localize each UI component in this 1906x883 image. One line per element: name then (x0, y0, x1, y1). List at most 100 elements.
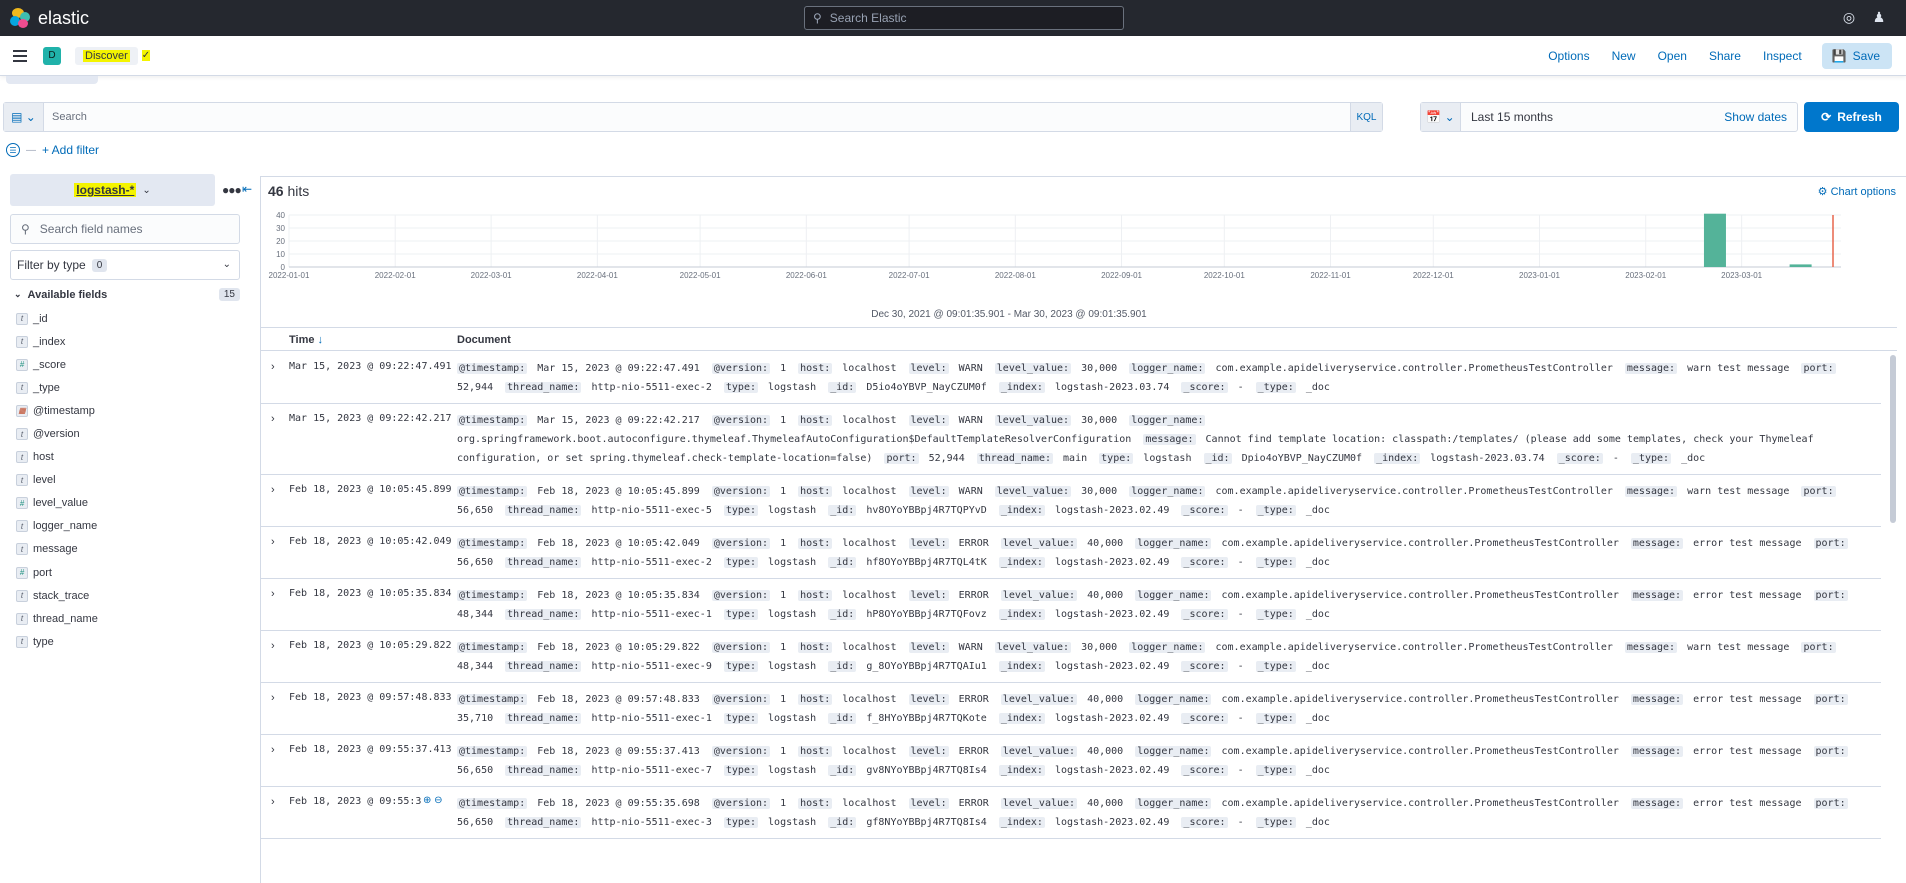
expand-row-icon[interactable]: › (271, 361, 275, 373)
expand-row-icon[interactable]: › (271, 640, 275, 652)
field-value: _doc (1305, 609, 1330, 620)
saved-query-menu-button[interactable]: ▤ ⌄ (4, 103, 44, 131)
field-value: 1 (780, 486, 787, 497)
field-name: host (33, 451, 54, 464)
field-item[interactable]: ▦ @timestamp (16, 399, 98, 422)
index-pattern-selector[interactable]: logstash-* ⌄ (10, 174, 215, 206)
field-value: logstash-2023.03.74 (1430, 453, 1545, 464)
calendar-icon[interactable]: 📅 ⌄ (1421, 103, 1461, 131)
refresh-button[interactable]: ⟳ Refresh (1804, 102, 1899, 132)
field-key: port: (1813, 746, 1848, 757)
field-item[interactable]: t type (16, 630, 98, 653)
expand-row-icon[interactable]: › (271, 796, 275, 808)
date-type-icon: ▦ (16, 404, 28, 417)
query-input[interactable]: Search (44, 111, 1350, 123)
elastic-logo[interactable]: elastic (10, 7, 89, 29)
field-value: http-nio-5511-exec-5 (591, 505, 712, 516)
field-value: logstash-2023.02.49 (1055, 713, 1170, 724)
field-item[interactable]: t thread_name (16, 607, 98, 630)
field-item[interactable]: t _index (16, 330, 98, 353)
field-key: _id: (828, 557, 857, 568)
options-link[interactable]: Options (1548, 49, 1589, 63)
column-time-header[interactable]: Time ↓ (289, 334, 323, 346)
field-item[interactable]: t logger_name (16, 515, 98, 538)
table-row: › Mar 15, 2023 @ 09:22:47.491 @timestamp: … (261, 352, 1881, 404)
global-search-input[interactable]: ⚲ Search Elastic (804, 6, 1124, 30)
field-name: @timestamp (33, 404, 95, 417)
help-icon[interactable]: ◎ (1840, 9, 1858, 27)
open-link[interactable]: Open (1658, 49, 1687, 63)
expand-row-icon[interactable]: › (271, 588, 275, 600)
histogram-bar (1703, 213, 1726, 267)
field-item[interactable]: t level (16, 469, 98, 492)
string-type-icon: t (16, 381, 28, 394)
query-language-button[interactable]: KQL (1350, 103, 1382, 131)
save-label: Save (1852, 49, 1880, 63)
collapsed-tab (6, 76, 98, 84)
field-value: Feb 18, 2023 @ 09:55:37.413 (537, 746, 700, 757)
user-menu-icon[interactable]: ♟ (1870, 9, 1888, 27)
field-value: http-nio-5511-exec-3 (591, 817, 712, 828)
table-scrollbar[interactable] (1890, 355, 1896, 523)
field-key: port: (1813, 694, 1848, 705)
x-tick-label: 2022-05-01 (680, 271, 721, 280)
collapse-sidebar-icon[interactable]: ⇤ (242, 182, 252, 196)
new-link[interactable]: New (1612, 49, 1636, 63)
x-tick-label: 2022-09-01 (1101, 271, 1142, 280)
field-item[interactable]: t @version (16, 422, 98, 445)
more-options-icon[interactable]: ●●● (222, 183, 242, 197)
field-item[interactable]: # _score (16, 353, 98, 376)
expand-row-icon[interactable]: › (271, 484, 275, 496)
inspect-link[interactable]: Inspect (1763, 49, 1802, 63)
field-name: _type (33, 381, 60, 394)
field-search-input[interactable]: ⚲ Search field names (10, 214, 240, 244)
menu-icon[interactable] (13, 47, 27, 65)
field-item[interactable]: # port (16, 561, 98, 584)
field-item[interactable]: t _id (16, 307, 98, 330)
save-button[interactable]: 💾 Save (1821, 43, 1892, 69)
field-item[interactable]: t host (16, 446, 98, 469)
available-fields-header[interactable]: ⌄ Available fields 15 (14, 288, 240, 301)
field-key: thread_name: (505, 817, 582, 828)
field-key: _type: (1255, 713, 1296, 724)
row-timestamp: Feb 18, 2023 @ 09:57:48.833 (289, 692, 452, 703)
share-link[interactable]: Share (1709, 49, 1741, 63)
space-avatar[interactable]: D (43, 46, 61, 65)
field-key: type: (723, 382, 758, 393)
field-key: level: (908, 486, 949, 497)
chevron-down-icon[interactable]: ✓ (141, 50, 151, 61)
field-value: http-nio-5511-exec-9 (591, 661, 712, 672)
add-filter-button[interactable]: + Add filter (42, 143, 99, 157)
chart-options-button[interactable]: ⚙ Chart options (1818, 185, 1896, 198)
field-item[interactable]: t message (16, 538, 98, 561)
filter-by-type-button[interactable]: Filter by type 0 ⌄ (10, 250, 240, 280)
expand-row-icon[interactable]: › (271, 744, 275, 756)
filter-divider: — (26, 144, 36, 156)
top-nav-menu: Options New Open Share Inspect 💾 Save (1526, 36, 1892, 76)
field-key: host: (798, 746, 833, 757)
expand-row-icon[interactable]: › (271, 413, 275, 425)
filter-for-value-icon[interactable]: ⊕ ⊖ (423, 795, 443, 806)
date-range-label[interactable]: Last 15 months (1461, 110, 1724, 124)
field-name: logger_name (33, 520, 98, 533)
string-type-icon: t (16, 335, 28, 348)
field-item[interactable]: # level_value (16, 492, 98, 515)
brand-name: elastic (38, 7, 90, 28)
breadcrumb[interactable]: Discover (75, 46, 138, 65)
field-key: _id: (828, 817, 857, 828)
field-key: port: (1801, 486, 1836, 497)
filter-options-icon[interactable]: ☰ (6, 143, 20, 157)
show-dates-link[interactable]: Show dates (1724, 110, 1787, 124)
field-item[interactable]: t _type (16, 376, 98, 399)
expand-row-icon[interactable]: › (271, 536, 275, 548)
expand-row-icon[interactable]: › (271, 692, 275, 704)
field-value: 30,000 (1081, 642, 1118, 653)
row-document: @timestamp: Feb 18, 2023 @ 09:55:35.698 … (457, 794, 1877, 832)
string-type-icon: t (16, 612, 28, 625)
field-key: type: (1099, 453, 1134, 464)
field-key: _index: (998, 557, 1045, 568)
field-key: level_value: (1000, 694, 1078, 705)
field-key: @version: (711, 538, 771, 549)
field-item[interactable]: t stack_trace (16, 584, 98, 607)
field-name: _index (33, 335, 66, 348)
